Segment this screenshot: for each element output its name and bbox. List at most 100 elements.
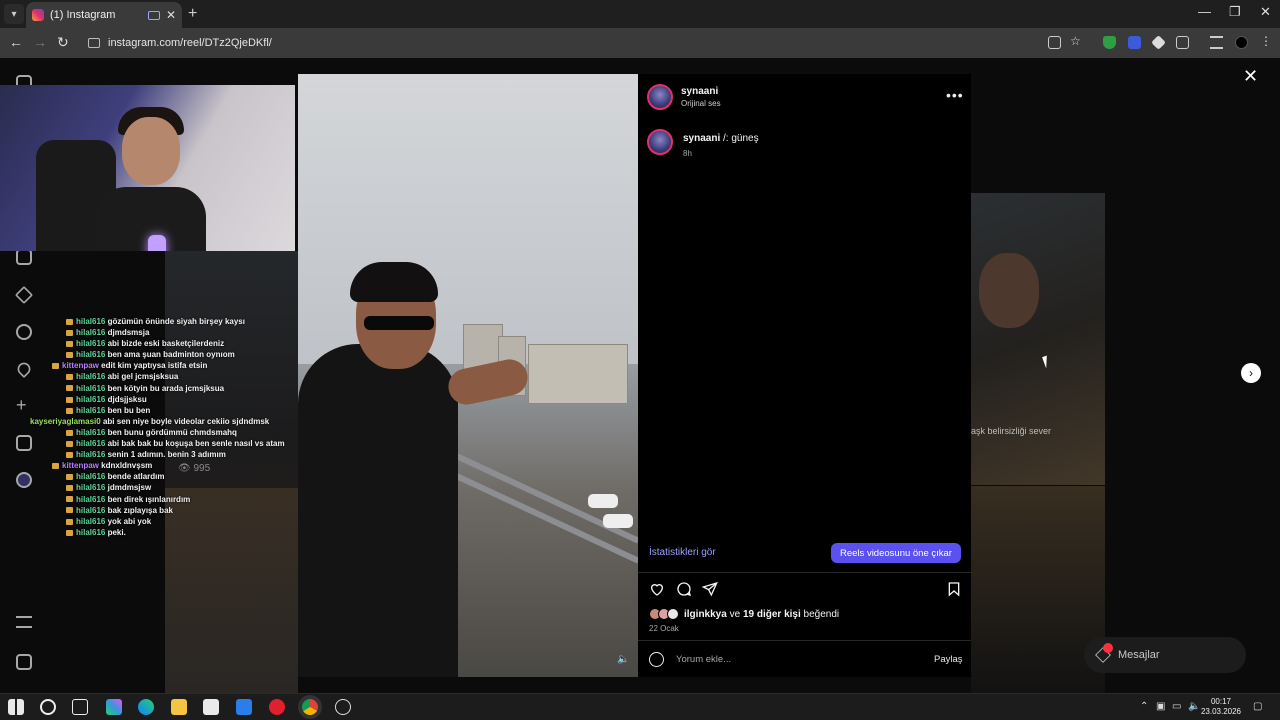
more-menu-icon[interactable] <box>16 616 32 628</box>
chat-text: ben bunu gördümmü chmdsmahq <box>107 427 237 437</box>
chat-message: hilal616 djmdsmsja <box>30 327 290 338</box>
tab-instagram[interactable]: (1) Instagram ✕ <box>26 2 182 28</box>
microphone <box>148 235 166 251</box>
browser-menu-icon[interactable]: ⋮ <box>1260 34 1273 48</box>
task-view-icon[interactable] <box>72 699 88 715</box>
extension-badge-icon[interactable] <box>1128 36 1141 49</box>
chat-username: kittenpaw <box>62 461 99 471</box>
new-tab-button[interactable]: + <box>188 5 197 23</box>
comment-input[interactable]: Yorum ekle... <box>676 654 731 665</box>
tab-close-icon[interactable]: ✕ <box>166 8 176 22</box>
chat-message: hilal616 peki. <box>30 527 290 538</box>
opera-icon[interactable] <box>269 699 285 715</box>
chrome-icon[interactable] <box>302 699 318 715</box>
media-control-icon[interactable] <box>1210 36 1223 49</box>
notifications-icon[interactable]: ▢ <box>1253 701 1262 712</box>
tray-chevron-icon[interactable]: ⌃ <box>1140 701 1148 712</box>
tab-search-chevron-icon[interactable]: ▾ <box>4 4 24 24</box>
video-person-jacket <box>298 344 458 677</box>
profile-avatar-icon[interactable] <box>1235 36 1248 49</box>
video-sky <box>298 74 638 364</box>
forward-icon[interactable]: → <box>33 34 47 50</box>
chat-badge-icon <box>66 407 73 414</box>
search-taskbar-icon[interactable] <box>40 699 56 715</box>
reel-face <box>979 253 1039 328</box>
chat-text: gözümün önünde siyah birşey kaysı <box>107 317 245 326</box>
chat-text: abi gel jcmsjsksua <box>107 372 179 382</box>
caption-username[interactable]: synaani <box>683 133 720 144</box>
site-info-icon[interactable] <box>88 38 100 48</box>
close-modal-icon[interactable]: ✕ <box>1243 66 1258 87</box>
chat-text: kdnxldnvşsm <box>101 461 153 471</box>
messages-notification-badge <box>1103 643 1113 653</box>
bookmark-star-icon[interactable]: ☆ <box>1070 34 1083 48</box>
emoji-icon[interactable] <box>649 652 664 667</box>
chat-badge-icon <box>66 374 73 381</box>
file-explorer-icon[interactable] <box>171 699 187 715</box>
tray-app-icon[interactable]: ▣ <box>1156 701 1165 712</box>
chat-username: hilal616 <box>76 450 106 460</box>
chat-text: senin 1 adımın. benin 3 adımım <box>107 450 226 460</box>
also-from-meta-icon[interactable] <box>16 654 32 670</box>
address-bar[interactable]: instagram.com/reel/DTz2QjeDKfl/ <box>80 31 1100 55</box>
instagram-page: + aşk belirsizliği sever hilal616 gözümü… <box>0 58 1280 693</box>
url-text[interactable]: instagram.com/reel/DTz2QjeDKfl/ <box>108 37 272 49</box>
chat-badge-icon <box>66 485 73 492</box>
likes-summary[interactable]: ilginkkya ve 19 diğer kişi beğendi <box>649 608 839 620</box>
chat-text: edit kim yaptıysa istifa etsin <box>101 361 208 371</box>
caption-avatar[interactable] <box>647 129 673 155</box>
video-building <box>528 344 628 404</box>
clock[interactable]: 00:17 23.03.2026 <box>1196 697 1246 717</box>
restore-button[interactable]: ❐ <box>1229 4 1241 20</box>
more-options-icon[interactable]: ••• <box>946 87 964 103</box>
streamer-webcam <box>0 85 295 251</box>
chat-message: hilal616 ben direk ışınlanırdım <box>30 494 290 505</box>
diamond-extension-icon[interactable] <box>1151 35 1166 50</box>
install-app-icon[interactable] <box>1048 36 1061 49</box>
chat-badge-icon <box>66 341 73 348</box>
likes-text: ilginkkya ve 19 diğer kişi beğendi <box>684 608 840 620</box>
mail-icon[interactable] <box>236 699 252 715</box>
chat-message: hilal616 abi bizde eski basketçilerdeniz <box>30 338 290 349</box>
extensions-puzzle-icon[interactable] <box>1176 36 1189 49</box>
window-close-button[interactable]: ✕ <box>1260 4 1271 20</box>
chat-username: hilal616 <box>76 516 106 526</box>
share-icon[interactable] <box>702 581 718 597</box>
save-bookmark-icon[interactable] <box>946 581 962 597</box>
store-icon[interactable] <box>203 699 219 715</box>
volume-icon[interactable]: 🔈 <box>617 654 629 665</box>
messages-label: Mesajlar <box>1118 649 1160 661</box>
chat-username: hilal616 <box>76 383 106 393</box>
post-comment-button[interactable]: Paylaş <box>934 654 963 665</box>
edge-icon[interactable] <box>138 699 154 715</box>
chat-text: ben direk ışınlanırdım <box>107 494 191 504</box>
view-insights-link[interactable]: İstatistikleri gör <box>649 547 716 558</box>
comment-icon[interactable] <box>676 581 692 597</box>
next-post-chevron-icon[interactable]: › <box>1241 363 1261 383</box>
chat-badge-icon <box>52 463 59 470</box>
chat-username: hilal616 <box>76 405 106 415</box>
video-car <box>588 494 618 508</box>
tab-media-icon[interactable] <box>147 10 160 20</box>
view-count: 👁 995 <box>178 463 211 474</box>
boost-reel-button[interactable]: Reels videosunu öne çıkar <box>831 543 961 563</box>
audio-label[interactable]: Orijinal ses <box>681 99 721 108</box>
network-icon[interactable]: ▭ <box>1172 701 1181 712</box>
clock-date: 23.03.2026 <box>1200 707 1242 716</box>
reload-icon[interactable]: ↻ <box>57 34 69 51</box>
shield-extension-icon[interactable] <box>1103 36 1116 49</box>
like-heart-icon[interactable] <box>649 581 665 597</box>
chat-badge-icon <box>66 440 73 447</box>
reels-icon[interactable] <box>16 249 32 265</box>
app-icon[interactable] <box>335 699 351 715</box>
chat-username: hilal616 <box>76 339 106 349</box>
messages-sidebar-icon[interactable] <box>14 285 34 305</box>
start-windows-icon[interactable] <box>8 699 24 715</box>
minimize-button[interactable]: — <box>1198 4 1211 19</box>
copilot-icon[interactable] <box>106 699 122 715</box>
reel-video[interactable] <box>298 74 638 677</box>
chat-username: hilal616 <box>76 527 106 537</box>
author-username[interactable]: synaani <box>681 86 718 97</box>
author-avatar[interactable] <box>647 84 673 110</box>
back-icon[interactable]: ← <box>9 34 23 50</box>
